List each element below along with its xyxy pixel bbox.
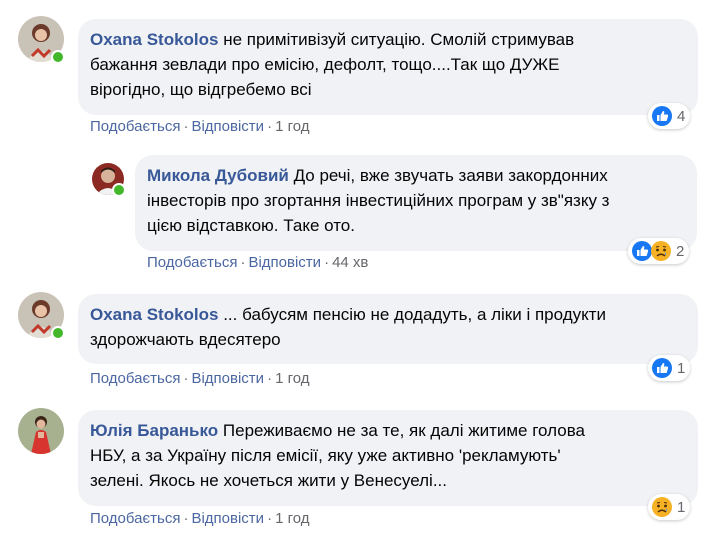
reactions-summary[interactable]: 2 xyxy=(628,238,690,264)
comment-text-line: здорожчають вдесятеро xyxy=(90,330,281,349)
comment-author[interactable]: Oxana Stokolos xyxy=(90,305,218,324)
separator-dot: · xyxy=(240,254,246,271)
like-button[interactable]: Подобається xyxy=(90,510,180,527)
online-status-indicator xyxy=(51,50,65,64)
reaction-count: 1 xyxy=(677,498,686,516)
reactions-summary[interactable]: 1 xyxy=(648,494,691,520)
comment-actions: Подобається · Відповісти · 1 год xyxy=(90,510,309,527)
like-icon xyxy=(651,105,673,127)
separator-dot: · xyxy=(183,370,189,387)
comment-actions: Подобається · Відповісти · 1 год xyxy=(90,118,309,135)
comment-3: Oxana Stokolos ... бабусям пенсію не дод… xyxy=(0,280,709,398)
comment-text-line: НБУ, а за Україну після емісії, яку уже … xyxy=(90,446,561,465)
separator-dot: · xyxy=(267,510,273,527)
reaction-count: 2 xyxy=(676,242,685,260)
comment-text-line: ... бабусям пенсію не додадуть, а ліки і… xyxy=(218,305,607,324)
separator-dot: · xyxy=(183,118,189,135)
comment-2: Микола Дубовий До речі, вже звучать заяв… xyxy=(0,140,709,280)
comment-author[interactable]: Микола Дубовий xyxy=(147,166,289,185)
comment-actions: Подобається · Відповісти · 44 хв xyxy=(147,254,368,271)
online-status-indicator xyxy=(51,326,65,340)
separator-dot: · xyxy=(267,118,273,135)
comment-actions: Подобається · Відповісти · 1 год xyxy=(90,370,309,387)
comment-bubble: Юлія Баранько Переживаємо не за те, як д… xyxy=(78,410,698,506)
like-button[interactable]: Подобається xyxy=(90,370,180,387)
like-icon xyxy=(651,357,673,379)
timestamp[interactable]: 1 год xyxy=(275,510,309,527)
comment-text-line: цією відставкою. Таке ото. xyxy=(147,216,355,235)
reply-button[interactable]: Відповісти xyxy=(191,510,264,527)
timestamp[interactable]: 1 год xyxy=(275,118,309,135)
comment-bubble: Oxana Stokolos не примітивізуй ситуацію.… xyxy=(78,19,698,115)
comment-text-line: До речі, вже звучать заяви закордонних xyxy=(288,166,608,185)
reaction-count: 1 xyxy=(677,359,686,377)
reactions-summary[interactable]: 1 xyxy=(648,355,691,381)
separator-dot: · xyxy=(267,370,273,387)
like-button[interactable]: Подобається xyxy=(90,118,180,135)
sad-icon xyxy=(650,240,672,262)
sad-icon xyxy=(651,496,673,518)
comment-4: Юлія Баранько Переживаємо не за те, як д… xyxy=(0,398,709,540)
reaction-count: 4 xyxy=(677,107,686,125)
timestamp[interactable]: 44 хв xyxy=(332,254,368,271)
comment-text-line: не примітивізуй ситуацію. Смолій стримув… xyxy=(218,30,575,49)
comment-author[interactable]: Oxana Stokolos xyxy=(90,30,218,49)
reactions-summary[interactable]: 4 xyxy=(648,103,691,129)
separator-dot: · xyxy=(324,254,330,271)
comment-text-line: інвесторів про згортання інвестиційних п… xyxy=(147,191,610,210)
online-status-indicator xyxy=(112,183,126,197)
avatar[interactable] xyxy=(18,408,64,454)
timestamp[interactable]: 1 год xyxy=(275,370,309,387)
comment-bubble: Микола Дубовий До речі, вже звучать заяв… xyxy=(135,155,697,251)
reply-button[interactable]: Відповісти xyxy=(191,118,264,135)
comment-text-line: Переживаємо не за те, як далі житиме гол… xyxy=(218,421,585,440)
reply-button[interactable]: Відповісти xyxy=(248,254,321,271)
comment-text-line: бажання зевлади про емісію, дефолт, тощо… xyxy=(90,55,560,74)
comment-1: Oxana Stokolos не примітивізуй ситуацію.… xyxy=(0,0,709,140)
comment-text-line: зелені. Якось не хочеться жити у Венесуе… xyxy=(90,471,447,490)
reply-button[interactable]: Відповісти xyxy=(191,370,264,387)
comment-author[interactable]: Юлія Баранько xyxy=(90,421,218,440)
like-button[interactable]: Подобається xyxy=(147,254,237,271)
comment-text-line: вірогідно, що відгребемо всі xyxy=(90,80,312,99)
comment-bubble: Oxana Stokolos ... бабусям пенсію не дод… xyxy=(78,294,698,364)
separator-dot: · xyxy=(183,510,189,527)
